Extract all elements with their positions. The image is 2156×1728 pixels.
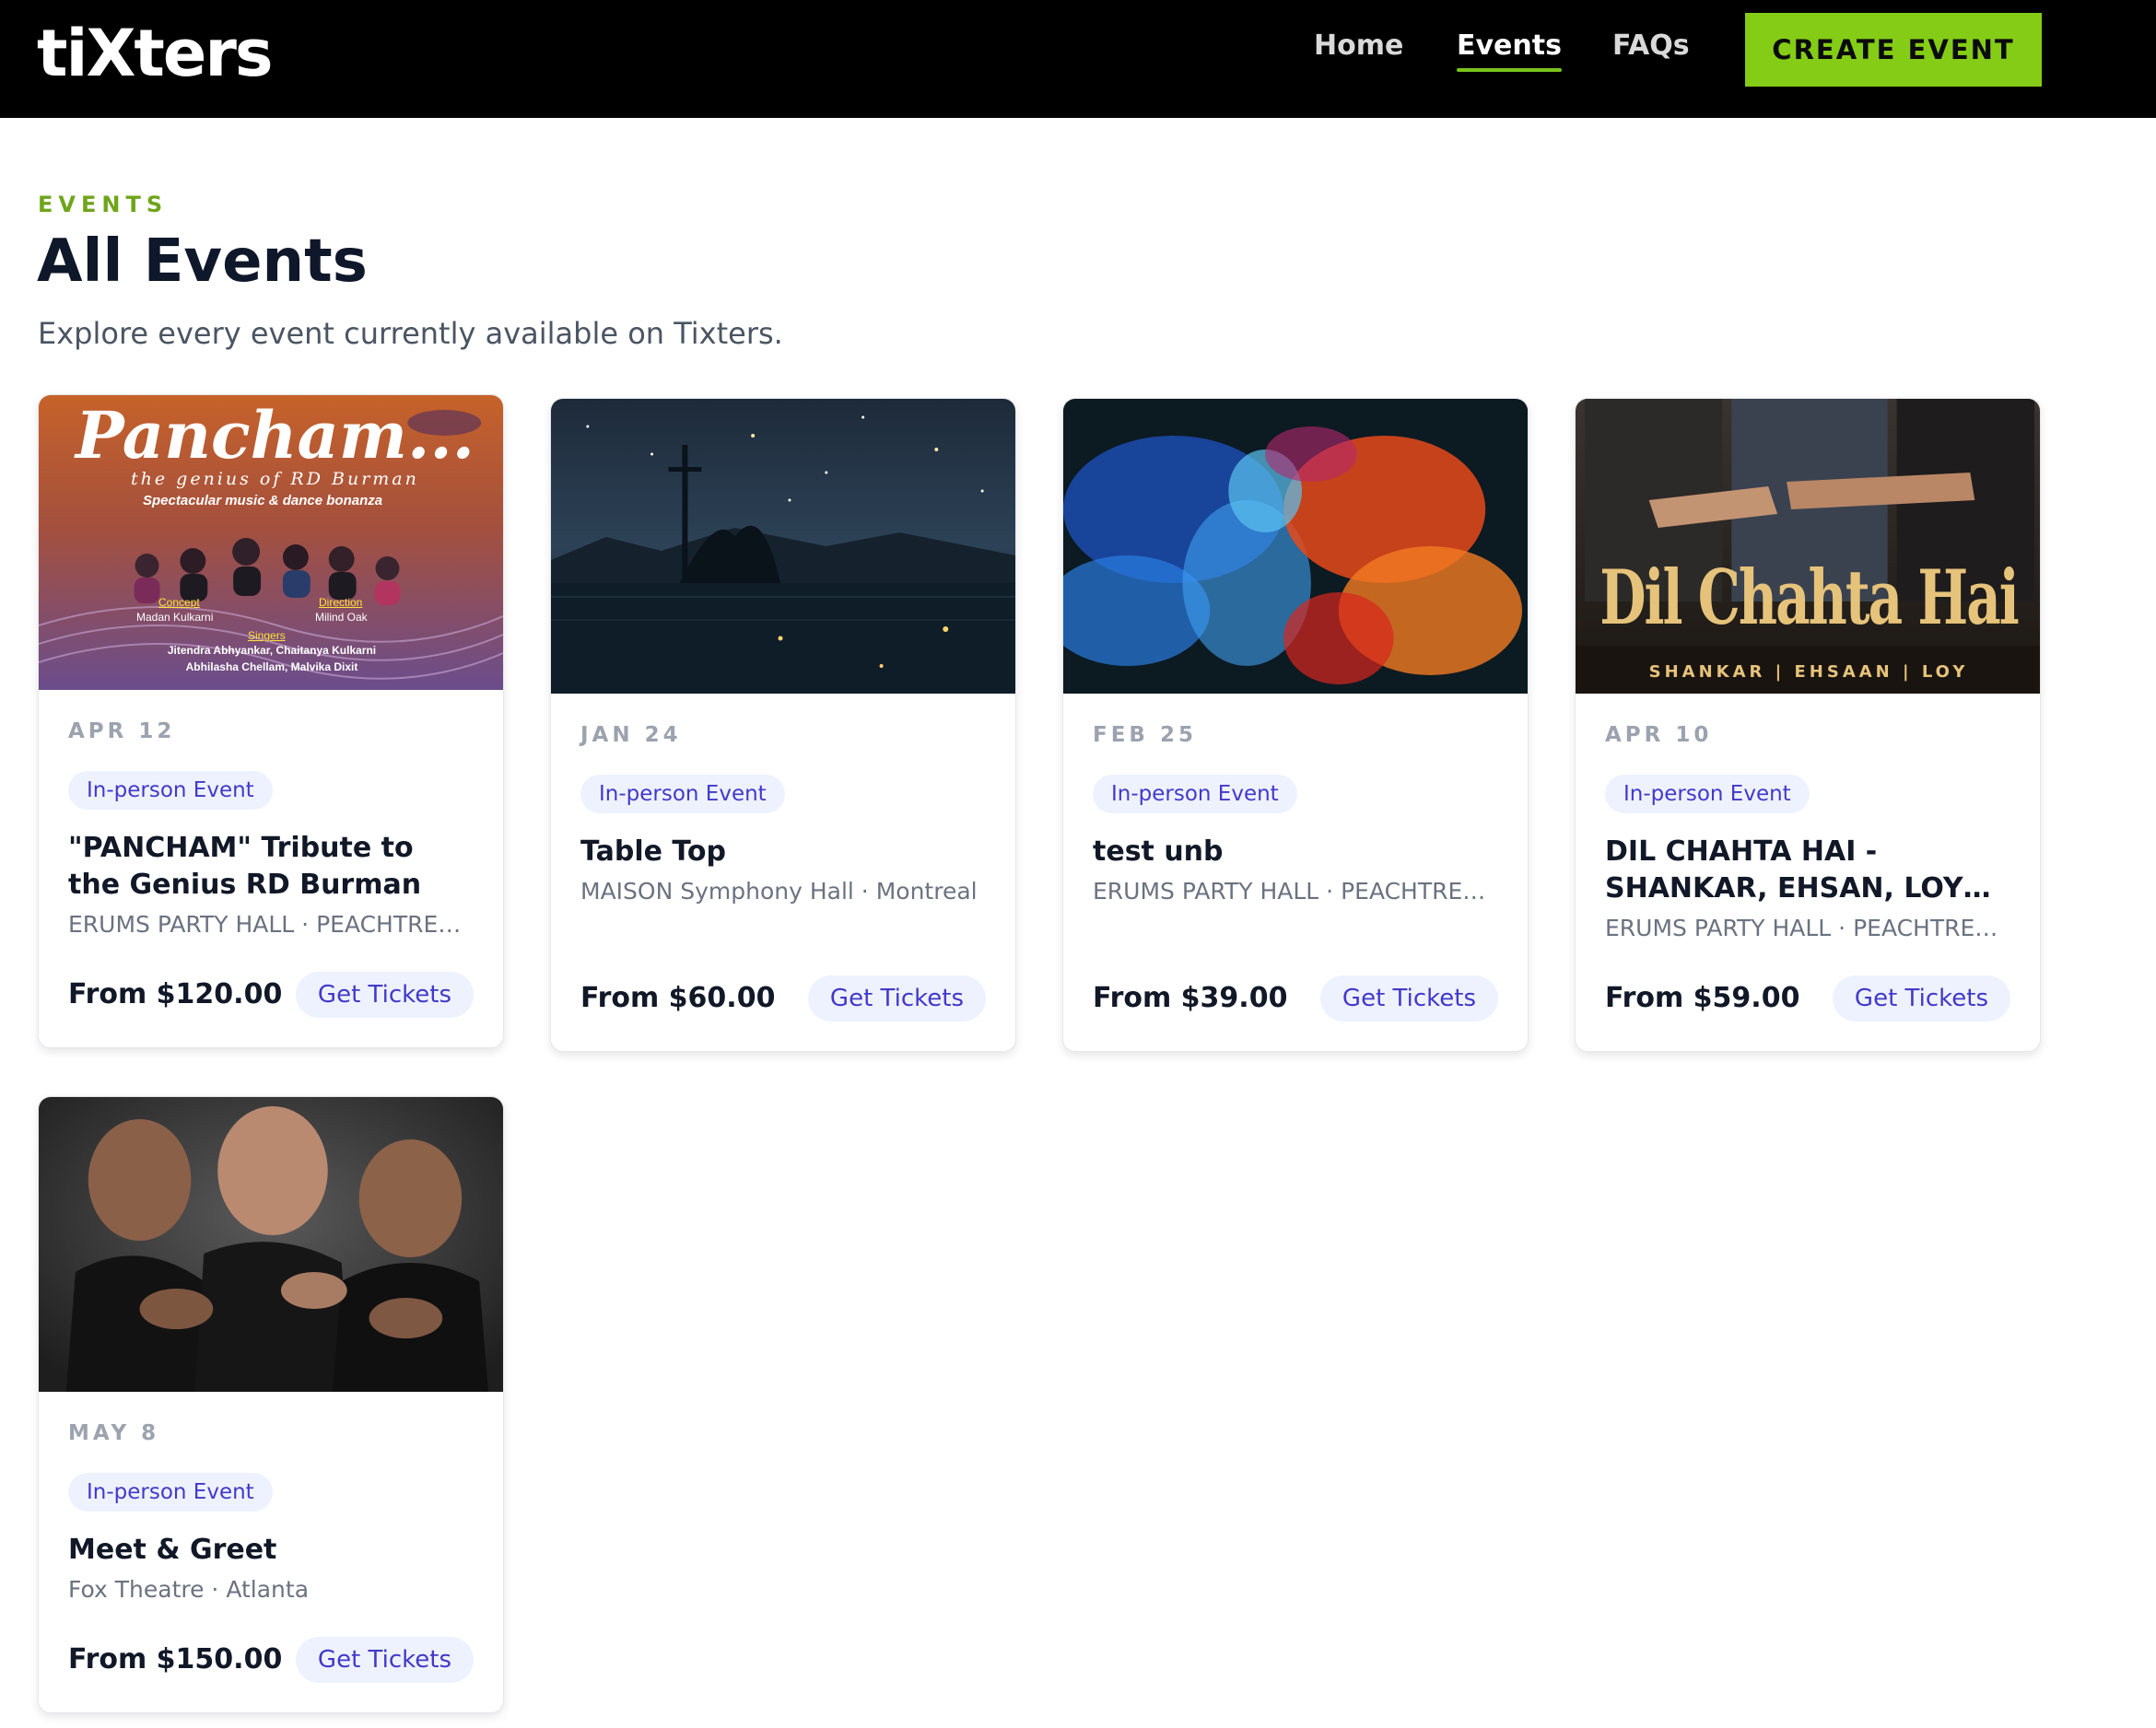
poster-headline: Dil Chahta Hai — [1599, 554, 2020, 642]
event-location: Fox Theatre · Atlanta — [68, 1576, 310, 1603]
event-location: ERUMS PARTY HALL · PEACHTREE ... — [68, 911, 474, 938]
poster-direction-label: Direction — [319, 596, 363, 609]
event-price: From $59.00 — [1605, 982, 1800, 1014]
event-location: ERUMS PARTY HALL · PEACHTREE ... — [1093, 878, 1498, 905]
event-image[interactable] — [1063, 399, 1528, 694]
event-date: MAY 8 — [68, 1421, 160, 1445]
page-subtitle: Explore every event currently available … — [38, 316, 783, 351]
event-type-badge: In-person Event — [1093, 775, 1297, 813]
poster-singers-line-1: Jitendra Abhyankar, Chaitanya Kulkarni — [167, 644, 377, 657]
event-card[interactable]: Dil Chahta Hai SHANKAR | EHSAAN | LOY AP… — [1575, 398, 2041, 1052]
get-tickets-button[interactable]: Get Tickets — [295, 1637, 474, 1683]
event-type-badge: In-person Event — [68, 771, 273, 810]
event-image[interactable]: Pancham... the genius of RD Burman Spect… — [39, 395, 503, 690]
poster-headline: Pancham... — [76, 397, 475, 473]
create-event-button[interactable]: CREATE EVENT — [1745, 13, 2042, 87]
get-tickets-button[interactable]: Get Tickets — [1319, 975, 1498, 1022]
event-price: From $60.00 — [580, 982, 776, 1014]
event-title[interactable]: Meet & Greet — [68, 1532, 474, 1569]
nav-events-link[interactable]: Events — [1457, 28, 1562, 72]
event-price: From $150.00 — [68, 1643, 283, 1675]
event-title[interactable]: Table Top — [580, 834, 986, 870]
event-image[interactable]: Dil Chahta Hai SHANKAR | EHSAAN | LOY — [1576, 399, 2040, 694]
get-tickets-button[interactable]: Get Tickets — [295, 972, 474, 1018]
poster-concept-name: Madan Kulkarni — [136, 611, 214, 624]
event-card[interactable]: MAY 8 In-person Event Meet & Greet Fox T… — [38, 1096, 504, 1713]
event-date: APR 10 — [1605, 723, 1713, 747]
poster-subline: Spectacular music & dance bonanza — [143, 493, 383, 508]
event-image[interactable] — [551, 399, 1015, 694]
event-price: From $39.00 — [1093, 982, 1288, 1014]
event-type-badge: In-person Event — [1605, 775, 1810, 813]
top-navbar: tiXters Home Events FAQs CREATE EVENT — [0, 0, 2156, 118]
event-title[interactable]: "PANCHAM" Tribute to the Genius RD Burma… — [68, 830, 474, 904]
get-tickets-button[interactable]: Get Tickets — [1832, 975, 2010, 1022]
event-title[interactable]: test unb — [1093, 834, 1498, 870]
event-price: From $120.00 — [68, 978, 283, 1010]
event-card[interactable]: FEB 25 In-person Event test unb ERUMS PA… — [1062, 398, 1529, 1052]
section-eyebrow: EVENTS — [38, 192, 169, 217]
event-date: FEB 25 — [1093, 723, 1197, 747]
poster-concept-label: Concept — [158, 596, 200, 609]
event-location: ERUMS PARTY HALL · PEACHTREE ... — [1605, 915, 2010, 941]
event-image[interactable] — [39, 1097, 503, 1392]
event-card[interactable]: JAN 24 In-person Event Table Top MAISON … — [550, 398, 1016, 1052]
poster-singers-label: Singers — [248, 629, 286, 642]
nav-home-link[interactable]: Home — [1314, 28, 1403, 64]
poster-singers-line-2: Abhilasha Chellam, Malvika Dixit — [185, 660, 358, 673]
poster-subline: SHANKAR | EHSAAN | LOY — [1648, 662, 1969, 682]
event-card[interactable]: Pancham... the genius of RD Burman Spect… — [38, 394, 504, 1048]
event-date: APR 12 — [68, 719, 176, 743]
poster-direction-name: Milind Oak — [315, 611, 368, 624]
nav-faqs-link[interactable]: FAQs — [1612, 28, 1690, 64]
tixters-logo[interactable]: tiXters — [37, 17, 274, 90]
event-title[interactable]: DIL CHAHTA HAI - SHANKAR, EHSAN, LOY -..… — [1605, 834, 2010, 907]
event-type-badge: In-person Event — [68, 1473, 273, 1512]
event-date: JAN 24 — [580, 723, 682, 747]
get-tickets-button[interactable]: Get Tickets — [807, 975, 986, 1022]
event-type-badge: In-person Event — [580, 775, 785, 813]
page-title: All Events — [37, 228, 368, 296]
poster-tagline: the genius of RD Burman — [131, 469, 419, 489]
event-location: MAISON Symphony Hall · Montreal — [580, 878, 978, 905]
